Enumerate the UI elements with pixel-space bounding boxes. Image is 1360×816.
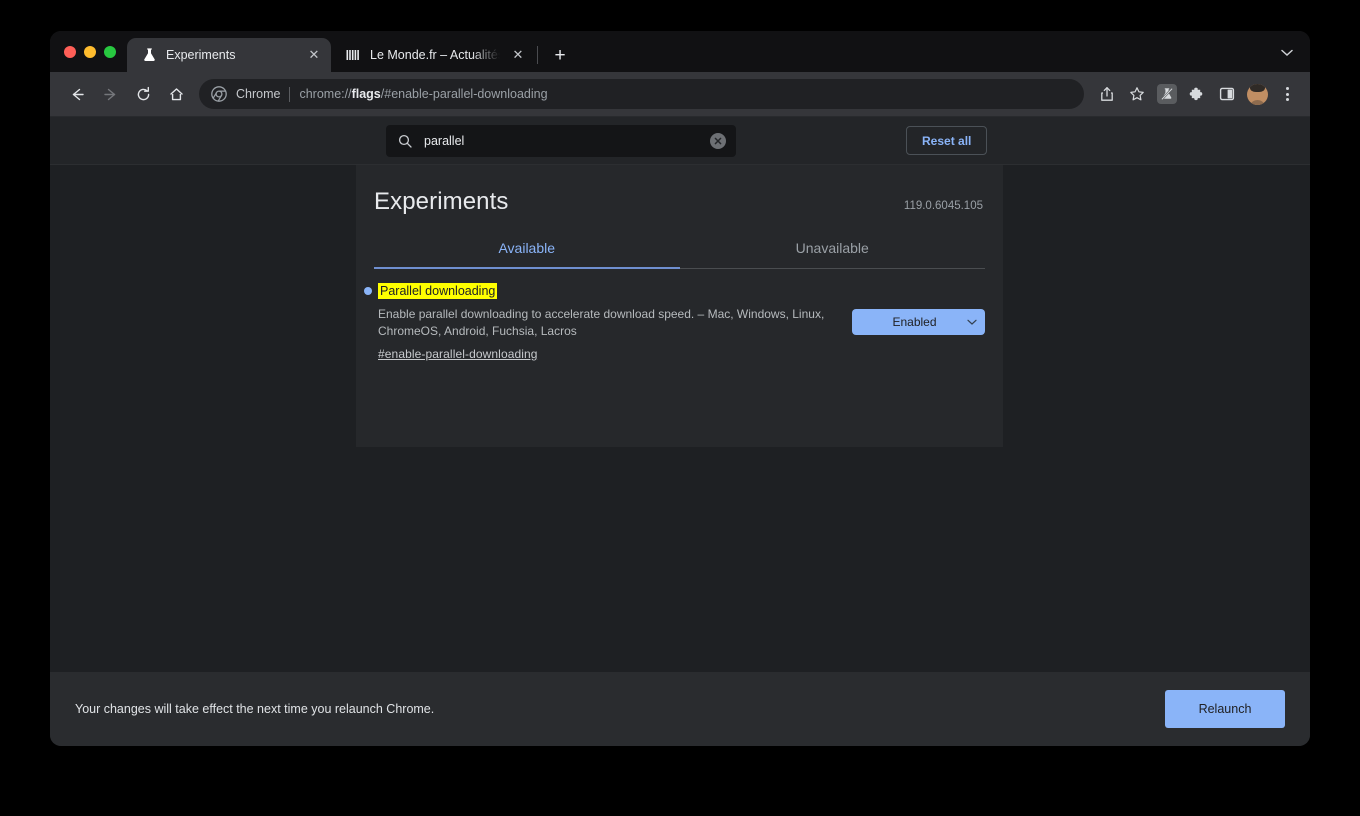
browser-window: Experiments ✕ Le Monde.fr – Actualités e… [50,31,1310,746]
tab-experiments[interactable]: Experiments ✕ [127,38,331,72]
search-input[interactable]: parallel [386,125,736,157]
search-icon [397,133,413,149]
version-label: 119.0.6045.105 [904,200,983,212]
browser-toolbar: Chrome chrome://flags/#enable-parallel-d… [50,72,1310,117]
avatar[interactable] [1243,80,1271,108]
flag-select-value: Enabled [852,315,965,329]
relaunch-button[interactable]: Relaunch [1165,690,1285,728]
chrome-logo-icon [210,86,227,103]
new-tab-button[interactable]: + [546,41,574,69]
close-window-button[interactable] [64,46,76,58]
page-title: Experiments [374,188,508,216]
url-prefix: chrome:// [299,87,351,101]
profile-avatar-image [1247,84,1268,105]
flag-text-block: Parallel downloading Enable parallel dow… [378,282,834,363]
tab-active-underline [374,267,680,269]
search-input-value: parallel [424,134,710,148]
clear-search-icon[interactable] [710,133,726,149]
flags-tabs: Available Unavailable [374,235,985,269]
tab-title: Le Monde.fr – Actualités et Inf [370,47,500,63]
flags-page: parallel Reset all Experiments 119.0.604… [50,117,1310,746]
lemonde-icon [345,47,361,63]
bookmark-star-icon[interactable] [1123,80,1151,108]
url-suffix: /#enable-parallel-downloading [381,87,548,101]
flags-content-area: Experiments 119.0.6045.105 Available Una… [50,165,1310,672]
url-host-bold: flags [352,87,381,101]
chevron-down-icon[interactable] [1274,40,1300,66]
reset-all-button[interactable]: Reset all [906,126,987,155]
maximize-window-button[interactable] [104,46,116,58]
tab-strip: Experiments ✕ Le Monde.fr – Actualités e… [50,31,1310,72]
tab-unavailable[interactable]: Unavailable [680,235,986,268]
window-controls [50,31,127,72]
relaunch-bar: Your changes will take effect the next t… [50,672,1310,746]
side-panel-icon[interactable] [1213,80,1241,108]
back-icon[interactable] [62,79,92,109]
home-icon[interactable] [161,79,191,109]
three-dot-menu-icon[interactable] [1273,80,1301,108]
flags-indicator-badge [1157,84,1177,104]
flag-modified-bullet-icon [364,287,372,295]
experiments-header: Experiments 119.0.6045.105 [374,165,985,216]
flag-state-select[interactable]: Enabled [852,309,985,335]
share-icon[interactable] [1093,80,1121,108]
extensions-puzzle-icon[interactable] [1183,80,1211,108]
omnibox-site-label: Chrome [236,87,280,101]
forward-icon[interactable] [95,79,125,109]
address-bar[interactable]: Chrome chrome://flags/#enable-parallel-d… [199,79,1084,109]
flag-description: Enable parallel downloading to accelerat… [378,306,830,340]
reload-icon[interactable] [128,79,158,109]
tab-close-button[interactable]: ✕ [509,46,527,64]
flags-search-band: parallel Reset all [50,117,1310,165]
flag-anchor-link[interactable]: #enable-parallel-downloading [378,347,538,361]
minimize-window-button[interactable] [84,46,96,58]
tab-available[interactable]: Available [374,235,680,268]
experiments-card: Experiments 119.0.6045.105 Available Una… [356,165,1003,447]
menu-dots [1286,87,1289,101]
tab-close-button[interactable]: ✕ [305,46,323,64]
chevron-down-icon [965,319,985,326]
flask-icon [141,47,157,63]
tab-title: Experiments [166,47,296,63]
tab-separator [537,46,538,64]
flag-title: Parallel downloading [378,283,497,299]
tab-lemonde[interactable]: Le Monde.fr – Actualités et Inf ✕ [331,38,535,72]
flask-badge-icon[interactable] [1153,80,1181,108]
omnibox-divider [289,87,290,102]
flag-entry: Parallel downloading Enable parallel dow… [374,269,985,363]
relaunch-message: Your changes will take effect the next t… [75,702,434,716]
omnibox-url: chrome://flags/#enable-parallel-download… [299,87,547,101]
